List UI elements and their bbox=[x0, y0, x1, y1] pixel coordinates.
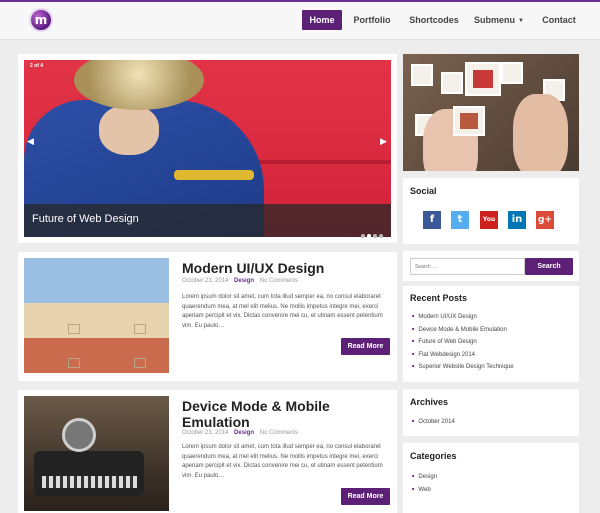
nav-submenu[interactable]: Submenu ▼ bbox=[472, 10, 526, 30]
post-comments[interactable]: No Comments bbox=[260, 278, 298, 284]
widget-heading: Archives bbox=[410, 397, 449, 407]
post-date: October 23, 2014 bbox=[182, 278, 229, 284]
slide-counter: 2 of 4 bbox=[30, 63, 44, 69]
read-more-button[interactable]: Read More bbox=[341, 488, 390, 505]
logo-letter: m bbox=[34, 13, 48, 27]
list-item[interactable]: Design bbox=[412, 473, 437, 486]
post-card: Modern UI/UX Design October 23, 2014 Des… bbox=[18, 252, 397, 381]
post-thumbnail[interactable] bbox=[24, 396, 169, 513]
archives-widget: Archives October 2014 bbox=[403, 389, 579, 436]
post-title[interactable]: Device Mode & Mobile Emulation bbox=[182, 398, 352, 430]
widget-heading: Social bbox=[410, 186, 437, 196]
sidebar-featured-image bbox=[403, 54, 579, 171]
slide-caption[interactable]: Future of Web Design bbox=[32, 213, 139, 225]
post-meta: October 23, 2014 Design No Comments bbox=[182, 278, 298, 284]
post-title[interactable]: Modern UI/UX Design bbox=[182, 260, 324, 276]
slide-dot[interactable] bbox=[373, 234, 377, 238]
list-item[interactable]: October 2014 bbox=[412, 418, 454, 431]
search-button[interactable]: Search bbox=[525, 258, 573, 275]
widget-heading: Categories bbox=[410, 451, 457, 461]
social-widget: Social f t You in g+ bbox=[403, 178, 579, 244]
post-category[interactable]: Design bbox=[234, 278, 254, 284]
read-more-button[interactable]: Read More bbox=[341, 338, 390, 355]
youtube-icon[interactable]: You bbox=[480, 211, 498, 229]
slide-caption-bar: Future of Web Design bbox=[24, 204, 391, 238]
post-meta: October 23, 2014 Design No Comments bbox=[182, 430, 298, 436]
recent-posts-list: Modern UI/UX Design Device Mode & Mobile… bbox=[412, 313, 514, 376]
post-excerpt: Lorem ipsum dolor sit amet, cum tota ill… bbox=[182, 444, 383, 479]
list-item[interactable]: Flat Webdesign 2014 bbox=[412, 351, 514, 364]
chevron-left-icon[interactable]: ◀ bbox=[27, 136, 34, 147]
site-header: m Home Portfolio Shortcodes Submenu ▼ Con… bbox=[0, 2, 600, 40]
twitter-icon[interactable]: t bbox=[451, 211, 469, 229]
slide-dot[interactable] bbox=[367, 234, 371, 238]
list-item[interactable]: Modern UI/UX Design bbox=[412, 313, 514, 326]
facebook-icon[interactable]: f bbox=[423, 211, 441, 229]
list-item[interactable]: Device Mode & Mobile Emulation bbox=[412, 326, 514, 339]
chevron-down-icon: ▼ bbox=[518, 18, 524, 24]
search-widget: Search bbox=[403, 251, 579, 281]
list-item[interactable]: Superior Website Design Technique bbox=[412, 363, 513, 376]
slide-dot[interactable] bbox=[379, 234, 383, 238]
hero-slider: 2 of 4 ◀ ▶ Future of Web Design bbox=[18, 54, 397, 243]
post-card: Device Mode & Mobile Emulation October 2… bbox=[18, 390, 397, 513]
widget-heading: Recent Posts bbox=[410, 293, 468, 303]
post-category[interactable]: Design bbox=[234, 430, 254, 436]
list-item[interactable]: Future of Web Design bbox=[412, 338, 514, 351]
post-excerpt: Lorem ipsum dolor sit amet, cum tota ill… bbox=[182, 294, 383, 329]
googleplus-icon[interactable]: g+ bbox=[536, 211, 554, 229]
post-comments[interactable]: No Comments bbox=[260, 430, 298, 436]
recent-posts-widget: Recent Posts Modern UI/UX Design Device … bbox=[403, 286, 579, 382]
slide-dots bbox=[359, 225, 383, 243]
categories-widget: Categories Design Web bbox=[403, 443, 579, 513]
nav-contact[interactable]: Contact bbox=[536, 10, 582, 30]
nav-shortcodes[interactable]: Shortcodes bbox=[404, 10, 464, 30]
post-date: October 23, 2014 bbox=[182, 430, 229, 436]
archives-list: October 2014 bbox=[412, 418, 454, 431]
nav-home[interactable]: Home bbox=[302, 10, 342, 30]
search-input[interactable] bbox=[410, 258, 525, 275]
slide-dot[interactable] bbox=[361, 234, 365, 238]
post-thumbnail[interactable] bbox=[24, 258, 169, 373]
categories-list: Design Web bbox=[412, 473, 437, 498]
chevron-right-icon[interactable]: ▶ bbox=[380, 136, 387, 147]
list-item[interactable]: Web bbox=[412, 486, 437, 499]
nav-portfolio[interactable]: Portfolio bbox=[348, 10, 396, 30]
nav-submenu-label: Submenu bbox=[474, 15, 516, 25]
site-logo[interactable]: m bbox=[29, 8, 53, 32]
linkedin-icon[interactable]: in bbox=[508, 211, 526, 229]
